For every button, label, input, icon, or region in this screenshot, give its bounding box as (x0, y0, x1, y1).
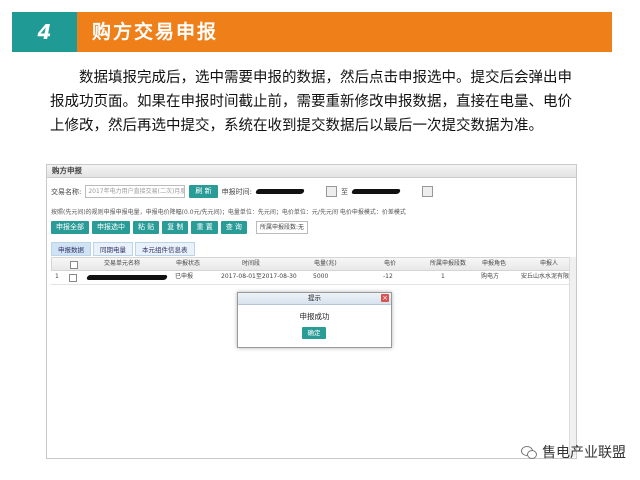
col-status: 申报状态 (176, 260, 201, 267)
row-period: 2017-08-01至2017-08-30 (221, 273, 297, 280)
brand-name: 售电产业联盟 (542, 445, 626, 461)
filter-row: 交易名称: 2017年电力用户直接交易(二次)月度申报 刷 新 申报时间: 至 (51, 185, 433, 198)
slide-title: 购方交易申报 (92, 21, 219, 43)
select-all-checkbox[interactable] (70, 261, 78, 269)
declare-hint-text: 按照(先元间)的规则申报申报电量，申报电价降幅(0.0元/先元间)；电量单位：先… (51, 209, 406, 216)
col-energy: 电量(兆) (314, 260, 337, 267)
close-icon[interactable]: × (381, 294, 389, 302)
col-unit-name: 交易单元名称 (104, 260, 141, 267)
calendar-icon[interactable] (421, 186, 433, 197)
reset-button[interactable]: 重 置 (191, 221, 218, 234)
dialog-message: 申报成功 (299, 312, 330, 321)
copy-button[interactable]: 复 制 (162, 221, 189, 234)
footer-brand: 售电产业联盟 (521, 442, 626, 462)
action-toolbar: 申报全部 申报选中 粘 贴 复 制 重 置 查 询 所属申报段数:无 (51, 221, 308, 234)
to-label: 至 (340, 187, 348, 196)
row-segment: 1 (441, 273, 445, 280)
col-price: 电价 (384, 260, 397, 267)
tab-declare-data[interactable]: 申报数据 (51, 242, 91, 256)
dialog-title-text: 提示 (308, 294, 321, 302)
row-checkbox[interactable] (69, 274, 77, 282)
col-role: 申报角色 (482, 260, 507, 267)
col-declarant: 申报人 (540, 260, 559, 267)
wechat-icon (521, 445, 537, 459)
row-role: 购电方 (481, 273, 500, 280)
redacted-end-time (351, 189, 401, 194)
row-status: 已申报 (175, 273, 194, 280)
tab-unit-info[interactable]: 本元组件信息表 (135, 242, 195, 256)
row-energy[interactable]: 5000 (313, 271, 328, 283)
paste-button[interactable]: 粘 贴 (133, 221, 160, 234)
success-dialog: 提示 × 申报成功 确定 (237, 292, 392, 348)
table-header: 交易单元名称 申报状态 时间段 电量(兆) 电价 所属申报段数 申报角色 申报人 (51, 257, 575, 271)
ok-button[interactable]: 确定 (302, 327, 326, 339)
segment-select[interactable]: 所属申报段数:无 (255, 221, 308, 234)
declare-all-button[interactable]: 申报全部 (51, 221, 89, 234)
vertical-scrollbar[interactable] (569, 257, 576, 457)
declare-selected-button[interactable]: 申报选中 (92, 221, 130, 234)
col-period: 时间段 (242, 260, 261, 267)
query-button[interactable]: 查 询 (220, 221, 247, 234)
tab-period-energy[interactable]: 同期电量 (93, 242, 133, 256)
trade-name-label: 交易名称: (51, 187, 82, 196)
col-segment: 所属申报段数 (430, 260, 467, 267)
row-index: 1 (55, 273, 59, 280)
slide-number: 4 (12, 12, 77, 52)
description-paragraph: 数据填报完成后，选中需要申报的数据，然后点击申报选中。提交后会弹出申报成功页面。… (50, 70, 572, 134)
data-tabs: 申报数据 同期电量 本元组件信息表 (51, 242, 195, 256)
declare-time-label: 申报时间: (221, 187, 252, 196)
trade-name-select[interactable]: 2017年电力用户直接交易(二次)月度申报 (85, 185, 186, 198)
row-price[interactable]: -12 (383, 271, 393, 283)
table-row[interactable]: 1 已申报 2017-08-01至2017-08-30 5000 -12 1 购… (51, 271, 576, 285)
calendar-icon[interactable] (325, 186, 337, 197)
dialog-title: 提示 × (238, 293, 391, 305)
row-declarant: 安丘山水水泥有限公 (521, 273, 576, 280)
redacted-unit-name (86, 275, 168, 280)
redacted-start-time (255, 189, 305, 194)
panel-title: 购方申报 (47, 165, 576, 178)
refresh-button[interactable]: 刷 新 (189, 185, 218, 198)
